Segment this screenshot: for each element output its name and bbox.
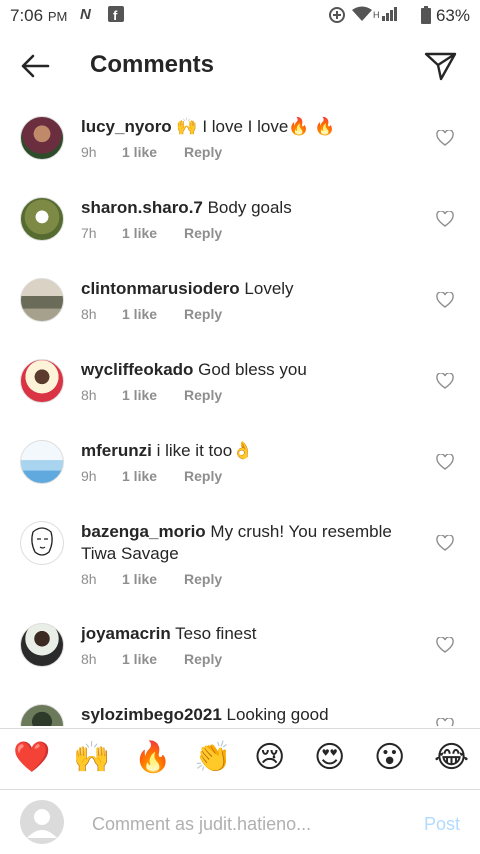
comment-time: 8h <box>81 651 97 667</box>
comment-body: Looking good <box>221 705 329 724</box>
comment-username[interactable]: clintonmarusiodero <box>81 279 240 298</box>
comment-likes[interactable]: 1 like <box>122 468 157 484</box>
comment-body: Body goals <box>202 198 292 217</box>
comment-text: sylozimbego2021 Looking good <box>81 704 411 726</box>
sketch-face-icon <box>31 527 53 556</box>
page-title: Comments <box>90 51 215 78</box>
comment-text: wycliffeokado God bless you <box>81 359 411 381</box>
like-heart-icon[interactable] <box>436 534 454 551</box>
comment-username[interactable]: wycliffeokado <box>81 360 193 379</box>
comment-meta: 8h 1 like Reply <box>81 387 222 403</box>
comment-username[interactable]: sylozimbego2021 <box>81 705 222 724</box>
reply-button[interactable]: Reply <box>184 468 222 484</box>
data-saver-icon <box>328 6 346 28</box>
avatar[interactable] <box>20 440 64 484</box>
comment-text: joyamacrin Teso finest <box>81 623 411 645</box>
network-type-label: H <box>373 10 380 20</box>
back-arrow-icon[interactable] <box>18 49 52 83</box>
comment-time: 9h <box>81 144 97 160</box>
svg-text:f: f <box>113 8 118 22</box>
app-notification-icon: N <box>80 6 91 23</box>
avatar[interactable] <box>20 359 64 403</box>
reply-button[interactable]: Reply <box>184 571 222 587</box>
wifi-icon <box>352 6 372 26</box>
send-direct-icon[interactable] <box>424 50 458 82</box>
like-heart-icon[interactable] <box>436 453 454 470</box>
comments-header: Comments <box>0 32 480 98</box>
comment-likes[interactable]: 1 like <box>122 225 157 241</box>
like-heart-icon[interactable] <box>436 372 454 389</box>
comment-username[interactable]: bazenga_morio <box>81 522 206 541</box>
comment-text: sharon.sharo.7 Body goals <box>81 197 411 219</box>
current-user-avatar <box>20 800 64 844</box>
crying-face-emoji-button[interactable]: 😢 <box>254 741 285 775</box>
comment-username[interactable]: lucy_nyoro <box>81 117 172 136</box>
fire-emoji-button[interactable]: 🔥 <box>134 741 171 775</box>
comment-likes[interactable]: 1 like <box>122 571 157 587</box>
reply-button[interactable]: Reply <box>184 651 222 667</box>
raising-hands-emoji-button[interactable]: 🙌 <box>73 741 110 775</box>
comment-body: God bless you <box>193 360 307 379</box>
default-profile-icon <box>20 800 64 844</box>
comment-likes[interactable]: 1 like <box>122 144 157 160</box>
comment-time: 7h <box>81 225 97 241</box>
heart-emoji-button[interactable]: ❤️ <box>13 741 50 775</box>
comment-meta: 9h 1 like Reply <box>81 468 222 484</box>
comment-text: lucy_nyoro 🙌 I love I love🔥 🔥 <box>81 116 411 138</box>
comment-text: mferunzi i like it too👌 <box>81 440 411 462</box>
comment-body: i like it too👌 <box>151 441 254 460</box>
signal-icon <box>382 6 398 26</box>
comment-meta: 8h 1 like Reply <box>81 306 222 322</box>
comment-username[interactable]: joyamacrin <box>81 624 171 643</box>
avatar[interactable] <box>20 704 64 726</box>
heart-eyes-emoji-button[interactable]: 😍 <box>314 741 345 775</box>
reply-button[interactable]: Reply <box>184 387 222 403</box>
avatar[interactable] <box>20 278 64 322</box>
laughing-face-emoji-button[interactable]: 😂 <box>434 741 469 775</box>
comments-list[interactable]: lucy_nyoro 🙌 I love I love🔥 🔥 9h 1 like … <box>0 98 480 726</box>
comment-body: Teso finest <box>170 624 257 643</box>
post-button[interactable]: Post <box>424 814 460 835</box>
comment-time: 9h <box>81 468 97 484</box>
reply-button[interactable]: Reply <box>184 225 222 241</box>
battery-icon <box>421 6 431 28</box>
avatar[interactable] <box>20 521 64 565</box>
comment-likes[interactable]: 1 like <box>122 306 157 322</box>
status-time: 7:06 PM <box>10 6 68 25</box>
avatar[interactable] <box>20 116 64 160</box>
avatar[interactable] <box>20 623 64 667</box>
comment-body: 🙌 I love I love🔥 🔥 <box>171 117 336 136</box>
reply-button[interactable]: Reply <box>184 306 222 322</box>
facebook-icon: f <box>108 6 124 26</box>
emoji-reaction-bar: ❤️ 🙌 🔥 👏 😢 😍 😮 😂 <box>0 728 480 790</box>
battery-percentage: 63% <box>435 6 470 25</box>
comment-meta: 8h 1 like Reply <box>81 571 222 587</box>
surprised-face-emoji-button[interactable]: 😮 <box>374 741 405 775</box>
like-heart-icon[interactable] <box>436 636 454 653</box>
comment-input-bar: Post <box>0 790 480 854</box>
comment-input[interactable] <box>90 808 404 840</box>
like-heart-icon[interactable] <box>436 210 454 227</box>
comment-time: 8h <box>81 387 97 403</box>
like-heart-icon[interactable] <box>436 129 454 146</box>
comment-username[interactable]: sharon.sharo.7 <box>81 198 203 217</box>
status-bar: 7:06 PM N f H 63% <box>0 0 480 32</box>
avatar[interactable] <box>20 197 64 241</box>
comment-username[interactable]: mferunzi <box>81 441 152 460</box>
comment-meta: 9h 1 like Reply <box>81 144 222 160</box>
reply-button[interactable]: Reply <box>184 144 222 160</box>
comment-text: bazenga_morio My crush! You resemble Tiw… <box>81 521 411 565</box>
like-heart-icon[interactable] <box>436 717 454 726</box>
comment-likes[interactable]: 1 like <box>122 387 157 403</box>
comment-body: Lovely <box>239 279 294 298</box>
comment-time: 8h <box>81 306 97 322</box>
clapping-hands-emoji-button[interactable]: 👏 <box>194 741 231 775</box>
like-heart-icon[interactable] <box>436 291 454 308</box>
comment-time: 8h <box>81 571 97 587</box>
comment-meta: 8h 1 like Reply <box>81 651 222 667</box>
comment-meta: 7h 1 like Reply <box>81 225 222 241</box>
comment-text: clintonmarusiodero Lovely <box>81 278 411 300</box>
comment-likes[interactable]: 1 like <box>122 651 157 667</box>
